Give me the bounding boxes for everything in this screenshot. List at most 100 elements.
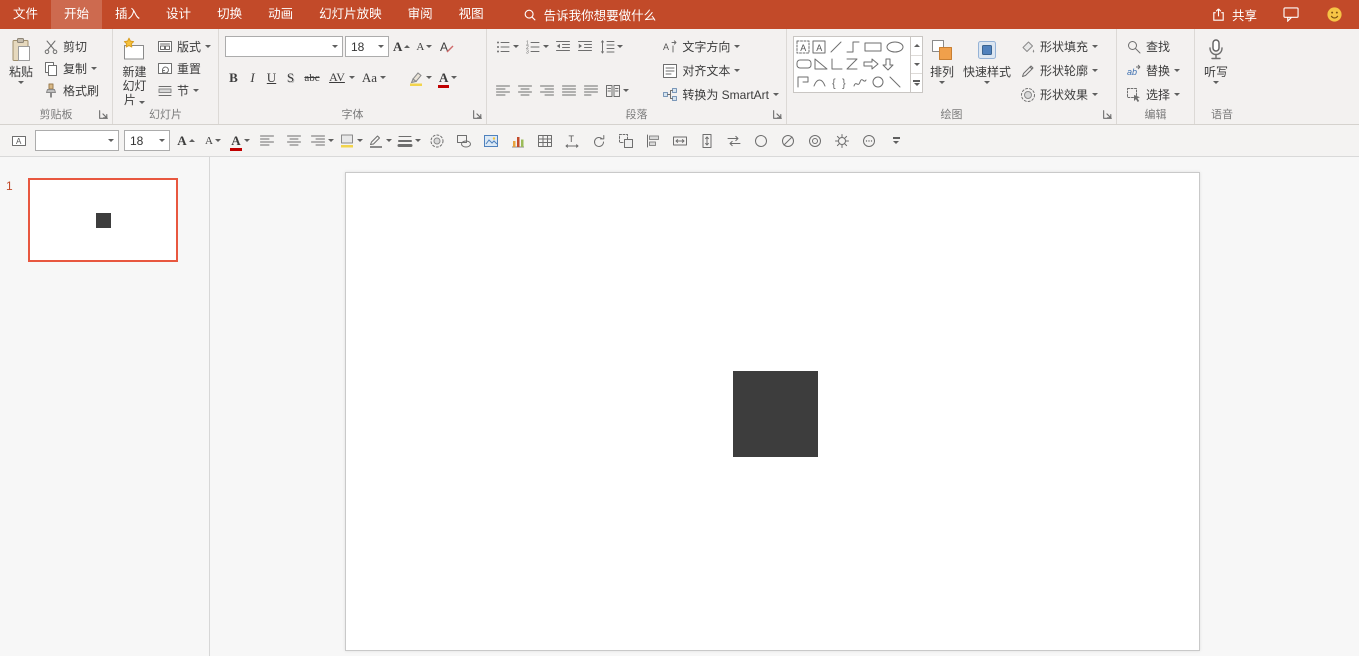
align-center-button[interactable]	[515, 80, 535, 101]
layout-dropdown-caret[interactable]	[205, 45, 211, 48]
shape-effects-button[interactable]: 形状效果	[1017, 84, 1101, 105]
smiley-icon[interactable]	[1326, 6, 1343, 23]
slide-shape-square[interactable]	[733, 371, 818, 457]
bold-button[interactable]: B	[225, 70, 242, 86]
shapes-row-1[interactable]: AA	[796, 39, 908, 55]
new-slide-button[interactable]: 新建 幻灯片	[119, 36, 150, 108]
quickbar-rotate-button[interactable]	[588, 130, 610, 152]
section-dropdown-caret[interactable]	[193, 89, 199, 92]
tab-design[interactable]: 设计	[153, 0, 204, 29]
layout-button[interactable]: 版式	[154, 36, 214, 57]
quickbar-shrink-font-button[interactable]: A	[202, 130, 224, 152]
tab-transitions[interactable]: 切换	[204, 0, 255, 29]
underline-button[interactable]: U	[263, 70, 280, 86]
reset-button[interactable]: 重置	[154, 58, 214, 79]
quickbar-shape-button[interactable]	[453, 130, 475, 152]
shapes-row-3[interactable]: {}	[796, 74, 908, 90]
tab-view[interactable]: 视图	[446, 0, 497, 29]
quickbar-match-height-button[interactable]	[696, 130, 718, 152]
shapes-gallery-more[interactable]	[911, 73, 922, 92]
collapse-toolbar-button[interactable]	[885, 130, 907, 152]
quickbar-font-name-select[interactable]	[35, 130, 119, 151]
shapes-row-2[interactable]	[796, 56, 908, 72]
quick-styles-button[interactable]: 快速样式	[961, 36, 1013, 85]
shape-fill-button[interactable]: 形状填充	[1017, 36, 1101, 57]
align-right-button[interactable]	[537, 80, 557, 101]
quickbar-fill-color-button[interactable]	[339, 130, 363, 152]
bullets-button[interactable]	[493, 36, 521, 57]
font-name-select[interactable]	[225, 36, 343, 57]
font-color-button[interactable]: A	[436, 67, 459, 88]
tab-animations[interactable]: 动画	[255, 0, 306, 29]
shapes-scroll-down[interactable]	[911, 54, 922, 74]
quickbar-text-spacing-button[interactable]: T	[561, 130, 583, 152]
quickbar-grow-font-button[interactable]: A	[175, 130, 197, 152]
cut-button[interactable]: 剪切	[40, 36, 102, 57]
quickbar-font-color-button[interactable]: A	[229, 130, 251, 152]
slide-thumbnail-1[interactable]	[28, 178, 178, 262]
quickbar-ring-button[interactable]	[804, 130, 826, 152]
shape-outline-button[interactable]: 形状轮廓	[1017, 60, 1101, 81]
tell-me-search[interactable]: 告诉我你想要做什么	[513, 0, 667, 29]
quickbar-image-button[interactable]	[480, 130, 502, 152]
select-button[interactable]: 选择	[1123, 84, 1183, 105]
quickbar-align-objects-button[interactable]	[642, 130, 664, 152]
format-painter-button[interactable]: 格式刷	[40, 80, 102, 101]
line-spacing-button[interactable]	[597, 36, 625, 57]
align-text-button[interactable]: 对齐文本	[659, 60, 782, 81]
align-left-button[interactable]	[493, 80, 513, 101]
shrink-font-button[interactable]: A	[414, 36, 434, 57]
grow-font-button[interactable]: A	[391, 36, 412, 57]
clear-format-button[interactable]: A	[436, 36, 456, 57]
shapes-scroll-up[interactable]	[911, 37, 922, 55]
quickbar-align-left-button[interactable]	[256, 130, 278, 152]
italic-button[interactable]: I	[244, 70, 261, 86]
new-slide-dropdown-caret[interactable]	[139, 101, 146, 104]
quickbar-circle-tool-button[interactable]	[750, 130, 772, 152]
numbering-button[interactable]: 123	[523, 36, 551, 57]
section-button[interactable]: 节	[154, 80, 214, 101]
text-shadow-button[interactable]: S	[282, 70, 299, 86]
find-button[interactable]: 查找	[1123, 36, 1183, 57]
font-size-select[interactable]: 18	[345, 36, 389, 57]
tab-file[interactable]: 文件	[0, 0, 51, 29]
convert-smartart-button[interactable]: 转换为 SmartArt	[659, 84, 782, 105]
dictate-button[interactable]: 听写	[1201, 36, 1231, 85]
tab-home[interactable]: 开始	[51, 0, 103, 29]
distribute-text-button[interactable]	[581, 80, 601, 101]
quickbar-no-fill-button[interactable]	[777, 130, 799, 152]
quickbar-table-button[interactable]	[534, 130, 556, 152]
strikethrough-button[interactable]: abc	[301, 72, 323, 84]
slide-canvas[interactable]	[345, 172, 1200, 651]
quickbar-match-width-button[interactable]	[669, 130, 691, 152]
paste-dropdown-caret[interactable]	[18, 81, 24, 84]
copy-dropdown-caret[interactable]	[91, 67, 98, 70]
increase-indent-button[interactable]	[575, 36, 595, 57]
paste-button[interactable]: 粘贴	[6, 36, 36, 85]
change-case-button[interactable]: Aa	[359, 67, 388, 88]
columns-button[interactable]	[603, 80, 631, 101]
tab-insert[interactable]: 插入	[102, 0, 153, 29]
insert-textbox-button[interactable]: A	[8, 130, 30, 152]
quickbar-line-style-button[interactable]	[397, 130, 421, 152]
quickbar-group-button[interactable]	[615, 130, 637, 152]
quickbar-align-center-button[interactable]	[283, 130, 305, 152]
tab-slideshow[interactable]: 幻灯片放映	[306, 0, 395, 29]
char-spacing-button[interactable]: AV	[325, 67, 357, 88]
text-direction-button[interactable]: A 文字方向	[659, 36, 782, 57]
comments-icon[interactable]	[1283, 7, 1300, 22]
quickbar-swap-button[interactable]	[723, 130, 745, 152]
share-button[interactable]: 共享	[1211, 5, 1257, 24]
quickbar-chart-button[interactable]	[507, 130, 529, 152]
quickbar-effects-button[interactable]	[426, 130, 448, 152]
tab-review[interactable]: 审阅	[395, 0, 446, 29]
copy-button[interactable]: 复制	[40, 58, 102, 79]
quickbar-font-size-select[interactable]: 18	[124, 130, 170, 151]
quickbar-settings-button[interactable]	[831, 130, 853, 152]
quickbar-align-right-button[interactable]	[310, 130, 334, 152]
quickbar-more-tools-button[interactable]	[858, 130, 880, 152]
highlight-button[interactable]	[406, 67, 434, 88]
arrange-button[interactable]: 排列	[927, 36, 957, 85]
replace-button[interactable]: ab 替换	[1123, 60, 1183, 81]
quickbar-outline-color-button[interactable]	[368, 130, 392, 152]
